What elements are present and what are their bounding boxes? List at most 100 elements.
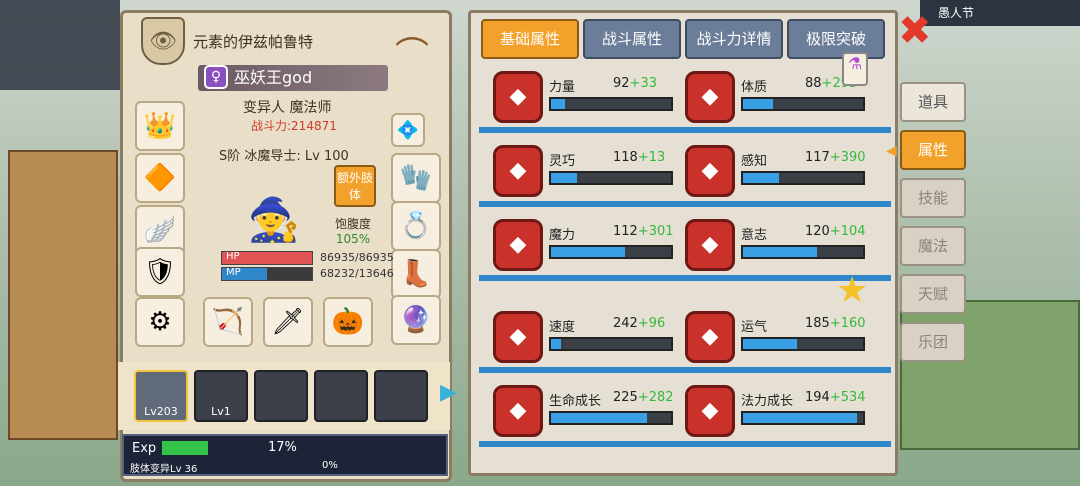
stat-bar [741, 97, 865, 111]
stat-bar [741, 337, 865, 351]
companion-slot[interactable] [254, 370, 308, 422]
body-mutation-label: 肢体变异Lv 36 [130, 464, 198, 475]
swirl-icon: ◆ [493, 219, 543, 271]
attributes-panel: 基础属性 战斗属性 战斗力详情 极限突破 ◆ 力量 92+33 ◆ 体质 88+293 ◆ 灵巧 11… [468, 10, 898, 476]
close-icon[interactable]: ✖ [898, 8, 932, 54]
hp-label: HP [226, 251, 240, 262]
stat-bonus: +104 [829, 224, 866, 239]
mp-bar: MP [221, 267, 313, 281]
equip-slot-boots[interactable]: 👢 [391, 249, 441, 299]
companion-slot[interactable] [314, 370, 368, 422]
stat-name: 体质 [741, 80, 768, 95]
equip-slot-armor[interactable]: 🛡 [135, 247, 185, 297]
stat-value: 225+282 [613, 390, 674, 405]
event-banner[interactable]: 愚人节 [920, 0, 1080, 26]
runner-icon: ◆ [493, 145, 543, 197]
stat-name: 力量 [549, 80, 576, 95]
tab-0[interactable]: 基础属性 [481, 19, 579, 59]
equip-slot-ring[interactable]: 💍 [391, 201, 441, 251]
stat-3: ◆ 感知 117+390 [685, 143, 875, 203]
stat-name: 生命成长 [549, 394, 602, 409]
stat-0: ◆ 力量 92+33 [493, 69, 683, 129]
hunger-indicator: 饱腹度 105% [335, 215, 371, 246]
equip-slot-amulet[interactable]: 🔶 [135, 153, 185, 203]
stat-base: 118 [613, 150, 638, 165]
side-tab-0[interactable]: 道具 [900, 82, 966, 122]
hanger-icon[interactable]: ⌒ [389, 27, 435, 75]
stat-name: 意志 [741, 228, 768, 243]
companion-level: Lv1 [211, 405, 231, 418]
stat-bar [549, 337, 673, 351]
extra-body-button[interactable]: 额外肢体 [334, 165, 376, 207]
stat-base: 112 [613, 224, 638, 239]
stat-row: ◆ 力量 92+33 ◆ 体质 88+293 [479, 63, 891, 133]
stat-base: 242 [613, 316, 638, 331]
equip-slot-crown[interactable]: 👑 [135, 101, 185, 151]
companion-slot[interactable]: Lv203 [134, 370, 188, 422]
combat-power: 战斗力:214871 [251, 119, 337, 133]
stat-name: 魔力 [549, 228, 576, 243]
equip-slot-crystal[interactable]: 💠 [391, 113, 425, 147]
stat-base: 92 [613, 76, 630, 91]
stat-bonus: +301 [637, 224, 674, 239]
active-tab-caret-icon: ◀ [886, 143, 897, 159]
stat-bar [741, 245, 865, 259]
stat-bar-fill [551, 247, 626, 257]
potion-icon[interactable]: ⚗ [842, 52, 868, 86]
companion-slot[interactable] [374, 370, 428, 422]
stat-6: ◆ 速度 242+96 [493, 309, 683, 369]
next-arrow-icon[interactable]: ▶ [440, 380, 457, 405]
stat-base: 120 [805, 224, 830, 239]
stat-value: 92+33 [613, 76, 657, 91]
stat-bonus: +282 [637, 390, 674, 405]
companion-level: Lv203 [144, 405, 178, 418]
side-tab-5[interactable]: 乐团 [900, 322, 966, 362]
mp-label: MP [226, 267, 241, 278]
equip-slot-orb[interactable]: 🔮 [391, 295, 441, 345]
stat-bar [741, 411, 865, 425]
stat-bonus: +534 [829, 390, 866, 405]
stat-bar-fill [551, 413, 647, 423]
stat-2: ◆ 灵巧 118+13 [493, 143, 683, 203]
hunger-label: 饱腹度 [335, 217, 372, 231]
stat-bar-fill [743, 247, 818, 257]
guild-emblem-icon: 👁 [141, 17, 185, 65]
stat-bar-fill [551, 339, 561, 349]
stat-bonus: +160 [829, 316, 866, 331]
side-tab-2[interactable]: 技能 [900, 178, 966, 218]
character-rank: S阶 冰魔导士: Lv 100 [219, 149, 349, 164]
character-sprite: 🧙 [247, 195, 301, 244]
arm-icon: ◆ [493, 71, 543, 123]
mp-value: 68232/13646 [320, 267, 394, 280]
stat-bar [549, 97, 673, 111]
stat-bar-fill [743, 339, 797, 349]
tab-3[interactable]: 极限突破 [787, 19, 885, 59]
stat-bar-fill [551, 99, 566, 109]
star-icon[interactable]: ★ [836, 270, 868, 311]
side-tab-4[interactable]: 天赋 [900, 274, 966, 314]
stat-value: 118+13 [613, 150, 665, 165]
weapon-slot-sword[interactable]: 🗡 [263, 297, 313, 347]
tab-2[interactable]: 战斗力详情 [685, 19, 783, 59]
stat-base: 225 [613, 390, 638, 405]
hp-value: 86935/86935 [320, 251, 394, 264]
equip-slot-device[interactable]: ⚙ [135, 297, 185, 347]
tab-1[interactable]: 战斗属性 [583, 19, 681, 59]
weapon-slot-crossbow[interactable]: 🏹 [203, 297, 253, 347]
character-class: 变异人 魔法师 [243, 100, 332, 116]
stat-value: 120+104 [805, 224, 866, 239]
stat-base: 117 [805, 150, 830, 165]
stat-5: ◆ 意志 120+104 [685, 217, 875, 277]
stat-bar-fill [743, 99, 773, 109]
eye-icon: ◆ [685, 145, 735, 197]
stat-bar [549, 171, 673, 185]
companion-slot[interactable]: Lv1 [194, 370, 248, 422]
stat-row: ◆ 生命成长 225+282 ◆ 法力成长 194+534 [479, 377, 891, 447]
side-tab-1[interactable]: 属性 [900, 130, 966, 170]
exp-percent: 17% [268, 440, 297, 455]
weapon-slot-pumpkin[interactable]: 🎃 [323, 297, 373, 347]
stat-value: 194+534 [805, 390, 866, 405]
side-tab-3[interactable]: 魔法 [900, 226, 966, 266]
equip-slot-gauntlet[interactable]: 🧤 [391, 153, 441, 203]
stat-row: ◆ 魔力 112+301 ◆ 意志 120+104 [479, 211, 891, 281]
